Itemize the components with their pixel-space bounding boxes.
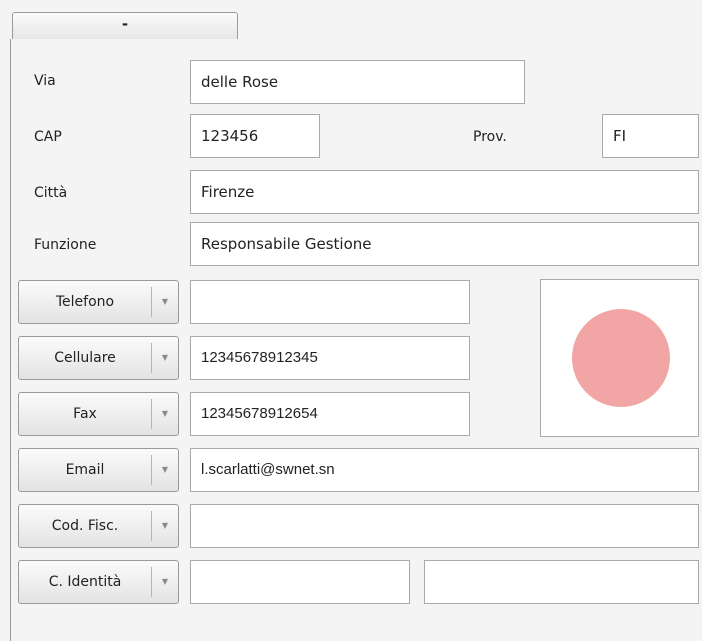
c-identita-type-dropdown[interactable]: C. Identità ▼ [18, 560, 179, 604]
cellulare-field[interactable]: 12345678912345 [190, 336, 470, 380]
telefono-type-label: Telefono [55, 294, 115, 310]
cod-fisc-type-label: Cod. Fisc. [51, 518, 119, 534]
photo-box[interactable] [540, 279, 699, 437]
email-type-label: Email [65, 462, 105, 478]
c-identita-field-2[interactable] [424, 560, 699, 604]
cap-label: CAP [34, 129, 62, 145]
email-field[interactable]: l.scarlatti@swnet.sn [190, 448, 699, 492]
email-type-dropdown[interactable]: Email ▼ [18, 448, 179, 492]
via-label: Via [34, 73, 56, 89]
chevron-down-icon[interactable]: ▼ [152, 337, 178, 379]
chevron-down-icon[interactable]: ▼ [152, 281, 178, 323]
via-field[interactable]: delle Rose [190, 60, 525, 104]
c-identita-field-1[interactable] [190, 560, 410, 604]
chevron-down-icon[interactable]: ▼ [152, 393, 178, 435]
cellulare-type-dropdown[interactable]: Cellulare ▼ [18, 336, 179, 380]
c-identita-type-label: C. Identità [48, 574, 122, 590]
tab-contact[interactable]: - [12, 12, 238, 40]
telefono-field[interactable] [190, 280, 470, 324]
cod-fisc-field[interactable] [190, 504, 699, 548]
fax-type-dropdown[interactable]: Fax ▼ [18, 392, 179, 436]
chevron-down-icon[interactable]: ▼ [152, 561, 178, 603]
cap-field[interactable]: 123456 [190, 114, 320, 158]
cellulare-type-label: Cellulare [54, 350, 116, 366]
fax-field[interactable]: 12345678912654 [190, 392, 470, 436]
telefono-type-dropdown[interactable]: Telefono ▼ [18, 280, 179, 324]
cod-fisc-type-dropdown[interactable]: Cod. Fisc. ▼ [18, 504, 179, 548]
tab-label: - [121, 15, 129, 33]
funzione-label: Funzione [34, 237, 97, 253]
chevron-down-icon[interactable]: ▼ [152, 505, 178, 547]
prov-field[interactable]: FI [602, 114, 699, 158]
funzione-field[interactable]: Responsabile Gestione [190, 222, 699, 266]
fax-type-label: Fax [73, 406, 97, 422]
chevron-down-icon[interactable]: ▼ [152, 449, 178, 491]
citta-label: Città [34, 185, 68, 201]
status-dot [572, 309, 670, 407]
prov-label: Prov. [473, 129, 507, 145]
citta-field[interactable]: Firenze [190, 170, 699, 214]
